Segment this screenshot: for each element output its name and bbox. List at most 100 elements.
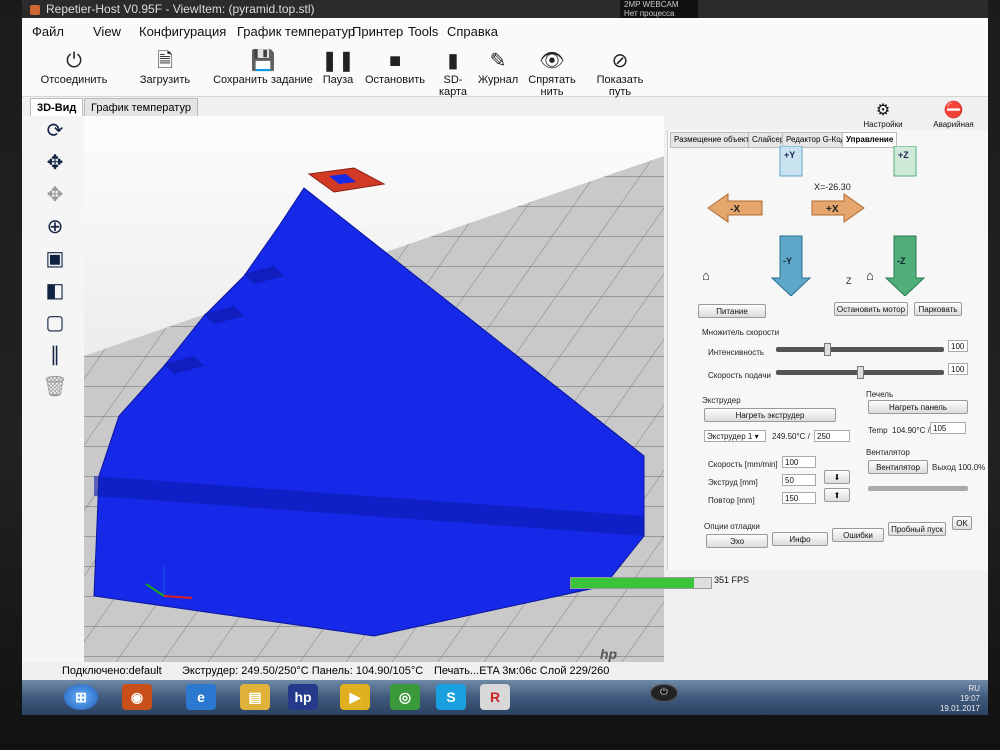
- retract-up-button[interactable]: ⬆: [824, 488, 850, 502]
- home-z-icon[interactable]: ⌂: [866, 268, 874, 283]
- heat-extruder-label: Нагреть экструдер: [735, 411, 805, 420]
- extrude-speed-label: Скорость [mm/min]: [708, 460, 778, 469]
- emergency-icon: ⛔: [943, 102, 964, 119]
- save-job-label: Сохранить задание: [213, 74, 313, 86]
- view-toolbar: ⟳ ✥ ✥ ⊕ ▣ ◧ ▢ ∥ 🗑: [22, 116, 84, 662]
- tray-time: 19:07: [959, 694, 980, 703]
- move-icon[interactable]: ✥: [42, 150, 68, 176]
- debug-echo-button[interactable]: Эхо: [706, 534, 768, 548]
- save-job-button[interactable]: 💾 Сохранить задание: [208, 48, 318, 86]
- pause-button[interactable]: ❚❚ Пауза: [318, 48, 358, 86]
- document-icon: 🗎: [156, 50, 174, 72]
- feed-rate-input[interactable]: 100: [948, 363, 968, 375]
- heat-bed-button[interactable]: Нагреть панель: [868, 400, 968, 414]
- retract-label: Повтор [mm]: [708, 496, 755, 505]
- internet-explorer-icon[interactable]: e: [186, 684, 216, 710]
- retract-input[interactable]: 150: [782, 492, 816, 504]
- folder-icon[interactable]: ▤: [240, 684, 270, 710]
- menu-temperature-graph[interactable]: График температур: [237, 24, 355, 39]
- fan-button[interactable]: Вентилятор: [868, 460, 928, 474]
- stop-button[interactable]: ■ Остановить: [364, 48, 426, 86]
- floppy-icon: 💾: [250, 50, 276, 72]
- disconnect-button[interactable]: ⏻ Отсоединить: [32, 48, 116, 86]
- extruder-select[interactable]: Экструдер 1 ▾: [704, 430, 766, 442]
- tab-3d-view[interactable]: 3D-Вид: [30, 98, 84, 117]
- move-object-icon[interactable]: ✥: [42, 182, 68, 208]
- menu-bar: Файл View Конфигурация График температур…: [22, 18, 988, 44]
- power-toggle-button[interactable]: Питание: [698, 304, 766, 318]
- parallel-view-icon[interactable]: ∥: [42, 342, 68, 368]
- debug-info-button[interactable]: Инфо: [772, 532, 828, 546]
- intensity-input[interactable]: 100: [948, 340, 968, 352]
- menu-printer[interactable]: Принтер: [352, 24, 403, 39]
- heat-extruder-button[interactable]: Нагреть экструдер: [704, 408, 836, 422]
- repetier-icon[interactable]: R: [480, 684, 510, 710]
- intensity-slider[interactable]: [776, 343, 944, 356]
- load-button[interactable]: 🗎 Загрузить: [130, 48, 200, 86]
- stop-motor-button[interactable]: Остановить мотор: [834, 302, 908, 316]
- slider-knob[interactable]: [824, 343, 832, 356]
- minus-z-button[interactable]: -Z: [884, 235, 926, 296]
- firefox-icon[interactable]: ◉: [122, 684, 152, 710]
- extrude-length-input[interactable]: 50: [782, 474, 816, 486]
- hide-filament-button[interactable]: 👁 Спрятать нить: [520, 48, 584, 98]
- debug-dryrun-button[interactable]: Пробный пуск: [888, 522, 946, 536]
- fan-slider[interactable]: [868, 486, 968, 491]
- chrome-icon[interactable]: ◎: [390, 684, 420, 710]
- status-bar: Подключено:default Экструдер: 249.50/250…: [22, 662, 682, 680]
- start-button-icon[interactable]: ⊞: [64, 684, 98, 710]
- trash-icon[interactable]: 🗑: [42, 374, 68, 400]
- plus-y-button[interactable]: +Y: [779, 146, 803, 177]
- extruder-target-input[interactable]: 250: [814, 430, 850, 442]
- feed-rate-slider[interactable]: [776, 366, 944, 379]
- menu-help[interactable]: Справка: [447, 24, 498, 39]
- ok-button[interactable]: OK: [952, 516, 972, 530]
- minus-z-label: -Z: [897, 256, 906, 266]
- slider-knob[interactable]: [856, 366, 864, 379]
- hp-app-icon[interactable]: hp: [288, 684, 318, 710]
- zoom-icon[interactable]: ⊕: [42, 214, 68, 240]
- show-path-button[interactable]: ⊘ Показать путь: [588, 48, 652, 98]
- hide-filament-label: Спрятать нить: [528, 74, 576, 98]
- park-button[interactable]: Парковать: [914, 302, 962, 316]
- bed-target-input[interactable]: 105: [930, 422, 966, 434]
- plus-x-button[interactable]: +X: [811, 193, 865, 223]
- debug-info-label: Инфо: [789, 535, 811, 544]
- tab-temperature-graph[interactable]: График температур: [84, 98, 198, 117]
- tray-language[interactable]: RU: [940, 684, 980, 694]
- bed-temp-reading: 104.90°C /: [892, 426, 930, 435]
- minus-y-button[interactable]: -Y: [770, 235, 812, 296]
- extrude-down-button[interactable]: ⬇: [824, 470, 850, 484]
- control-panel: Размещение объекта Слайсер Редактор G-Ко…: [667, 130, 988, 570]
- power-button-icon[interactable]: ⏻: [650, 684, 678, 702]
- feed-rate-label: Скорость подачи: [708, 371, 771, 380]
- plus-z-button[interactable]: +Z: [893, 146, 917, 177]
- skype-icon[interactable]: S: [436, 684, 466, 710]
- cube-front-icon[interactable]: ▣: [42, 246, 68, 272]
- cube-top-icon[interactable]: ▢: [42, 310, 68, 336]
- pause-label: Пауза: [322, 74, 354, 86]
- sdcard-button[interactable]: ▮ SD-карта: [430, 48, 476, 98]
- debug-errors-label: Ошибки: [843, 531, 873, 540]
- log-label: Журнал: [478, 74, 519, 86]
- home-xy-icon[interactable]: ⌂: [702, 268, 710, 283]
- bed-section-title: Печель: [866, 390, 894, 399]
- minus-x-button[interactable]: -X: [707, 193, 763, 223]
- media-player-icon[interactable]: ▶: [340, 684, 370, 710]
- menu-configuration[interactable]: Конфигурация: [139, 24, 226, 39]
- reset-view-icon[interactable]: ⟳: [42, 118, 68, 144]
- disconnect-label: Отсоединить: [40, 74, 108, 86]
- eye-icon: 👁: [539, 50, 565, 72]
- menu-tools[interactable]: Tools: [408, 24, 438, 39]
- menu-file[interactable]: Файл: [32, 24, 64, 39]
- power-label: Питание: [716, 307, 748, 316]
- extrude-speed-input[interactable]: 100: [782, 456, 816, 468]
- pause-icon: ❚❚: [321, 50, 355, 72]
- cube-iso-icon[interactable]: ◧: [42, 278, 68, 304]
- minus-x-label: -X: [730, 204, 740, 215]
- debug-errors-button[interactable]: Ошибки: [832, 528, 884, 542]
- log-button[interactable]: ✎ Журнал: [478, 48, 518, 86]
- menu-view[interactable]: View: [93, 24, 121, 39]
- windows-taskbar: ⊞ ◉ e ▤ hp ▶ ◎ S R RU 19:07 19.01.2017: [22, 680, 988, 715]
- fan-output: Выход 100.0%: [932, 463, 986, 472]
